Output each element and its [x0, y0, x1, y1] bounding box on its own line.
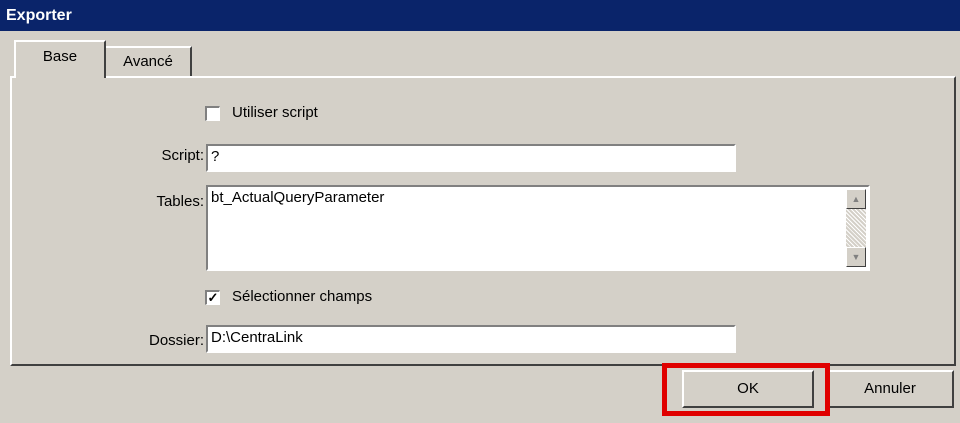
select-fields-checkbox[interactable]: ✓	[205, 290, 220, 305]
select-fields-label: Sélectionner champs	[232, 288, 373, 305]
scroll-down-icon[interactable]: ▼	[846, 247, 866, 267]
use-script-label: Utiliser script	[232, 104, 318, 121]
script-label: Script:	[161, 147, 204, 164]
tab-base[interactable]: Base	[14, 40, 106, 78]
script-input[interactable]: ?	[206, 144, 736, 172]
use-script-checkbox[interactable]	[205, 106, 220, 121]
folder-label: Dossier:	[148, 332, 204, 349]
cancel-button[interactable]: Annuler	[826, 370, 954, 408]
tables-label: Tables:	[156, 193, 204, 210]
tables-textarea[interactable]: bt_ActualQueryParameter ▲ ▼	[206, 185, 870, 271]
tab-panel-base: Utiliser script Script: ? Tables: bt_Act…	[10, 76, 956, 366]
ok-highlight-box	[662, 363, 830, 416]
folder-input[interactable]: D:\CentraLink	[206, 325, 736, 353]
tables-scrollbar[interactable]: ▲ ▼	[846, 189, 866, 267]
window-title: Exporter	[0, 0, 960, 31]
tab-avance[interactable]: Avancé	[104, 46, 192, 76]
tables-value: bt_ActualQueryParameter	[211, 189, 385, 206]
scroll-up-icon[interactable]: ▲	[846, 189, 866, 209]
